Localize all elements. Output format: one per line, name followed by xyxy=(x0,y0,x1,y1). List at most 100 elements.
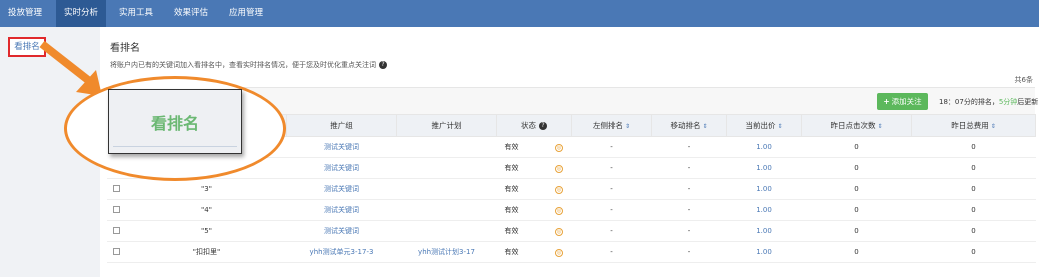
header-yesterday-clicks[interactable]: 昨日点击次数 ⇕ xyxy=(801,114,912,137)
status-detail-icon[interactable]: ◎ xyxy=(555,206,563,215)
bid-link[interactable]: 1.00 xyxy=(726,136,802,158)
mobile-rank-cell: - xyxy=(651,199,727,221)
group-link[interactable]: 测试关键词 xyxy=(286,157,397,179)
mobile-rank-cell: - xyxy=(651,157,727,179)
row-checkbox-cell xyxy=(106,220,127,242)
rank-note-highlight: 5分钟 xyxy=(998,98,1018,106)
mobile-rank-cell: - xyxy=(651,178,727,200)
status-cell: 有效 xyxy=(496,199,547,221)
zoom-callout-card: 看排名 xyxy=(108,89,242,154)
header-current-bid[interactable]: 当前出价 ⇕ xyxy=(726,114,802,137)
add-follow-button[interactable]: + 添加关注 xyxy=(877,93,928,110)
bid-link[interactable]: 1.00 xyxy=(726,220,802,242)
sort-icon: ⇕ xyxy=(990,123,996,130)
left-rank-cell: - xyxy=(571,199,652,221)
plan-link[interactable] xyxy=(396,220,497,242)
left-rank-cell: - xyxy=(571,241,652,263)
left-rank-cell: - xyxy=(571,178,652,200)
table-row: "扣扣里" yhh测试单元3-17-3 yhh测试计划3-17 有效 ◎ - -1.00 0 0 xyxy=(106,241,1036,263)
plan-link[interactable] xyxy=(396,157,497,179)
status-detail-icon[interactable]: ◎ xyxy=(555,185,563,194)
group-link[interactable]: yhh测试单元3-17-3 xyxy=(286,241,397,263)
clicks-cell: 0 xyxy=(801,178,912,200)
clicks-cell: 0 xyxy=(801,157,912,179)
group-link[interactable]: 测试关键词 xyxy=(286,220,397,242)
header-yesterday-clicks-label: 昨日点击次数 xyxy=(830,121,876,130)
help-icon[interactable]: ? xyxy=(379,61,387,69)
plan-link[interactable]: yhh测试计划3-17 xyxy=(396,241,497,263)
row-checkbox-cell xyxy=(106,241,127,263)
sort-icon: ⇕ xyxy=(702,123,708,130)
header-left-rank-label: 左侧排名 xyxy=(592,121,623,130)
plan-link[interactable] xyxy=(396,136,497,158)
group-link[interactable]: 测试关键词 xyxy=(286,136,397,158)
plan-link[interactable] xyxy=(396,178,497,200)
cost-cell: 0 xyxy=(911,157,1036,179)
row-checkbox-cell xyxy=(106,199,127,221)
nav-tab-practical-tools[interactable]: 实用工具 xyxy=(111,0,161,27)
mobile-rank-cell: - xyxy=(651,136,727,158)
bid-link[interactable]: 1.00 xyxy=(726,157,802,179)
page-description: 将账户内已有的关键词加入看排名中，查看实时排名情况，便于您及时优化重点关注词? xyxy=(110,60,387,70)
sort-icon: ⇕ xyxy=(624,123,631,130)
header-plan: 推广计划 xyxy=(396,114,497,137)
row-checkbox[interactable] xyxy=(113,184,120,192)
mobile-rank-cell: - xyxy=(651,220,727,242)
status-icon-cell: ◎ xyxy=(546,220,572,242)
header-current-bid-label: 当前出价 xyxy=(745,121,776,130)
cost-cell: 0 xyxy=(911,178,1036,200)
status-cell: 有效 xyxy=(496,178,547,200)
total-count: 共6条 xyxy=(1014,76,1033,84)
cost-cell: 0 xyxy=(911,241,1036,263)
bid-link[interactable]: 1.00 xyxy=(726,199,802,221)
header-status-label: 状态 xyxy=(521,121,536,130)
clicks-cell: 0 xyxy=(801,241,912,263)
rank-note-suffix: 后更新 xyxy=(1017,98,1039,106)
keyword-cell: "扣扣里" xyxy=(126,241,287,263)
bid-link[interactable]: 1.00 xyxy=(726,241,802,263)
plus-icon: + xyxy=(883,97,890,106)
nav-tab-delivery-management[interactable]: 投放管理 xyxy=(0,0,50,27)
clicks-cell: 0 xyxy=(801,199,912,221)
clicks-cell: 0 xyxy=(801,136,912,158)
header-left-rank[interactable]: 左侧排名 ⇕ xyxy=(571,114,652,137)
cost-cell: 0 xyxy=(911,136,1036,158)
rank-note-prefix: 18：07分的排名， xyxy=(939,98,999,106)
description-text: 将账户内已有的关键词加入看排名中，查看实时排名情况，便于您及时优化重点关注词 xyxy=(110,61,376,69)
nav-tab-realtime-analysis[interactable]: 实时分析 xyxy=(56,0,107,27)
group-link[interactable]: 测试关键词 xyxy=(286,199,397,221)
status-detail-icon[interactable]: ◎ xyxy=(555,143,563,152)
nav-tab-app-management[interactable]: 应用管理 xyxy=(221,0,271,27)
clicks-cell: 0 xyxy=(801,220,912,242)
status-detail-icon[interactable]: ◎ xyxy=(555,227,563,236)
header-yesterday-cost[interactable]: 昨日总费用 ⇕ xyxy=(911,114,1036,137)
row-checkbox-cell xyxy=(106,178,127,200)
row-checkbox[interactable] xyxy=(113,205,120,213)
status-cell: 有效 xyxy=(496,241,547,263)
keyword-cell: "5" xyxy=(126,220,287,242)
group-link[interactable]: 测试关键词 xyxy=(286,178,397,200)
left-rank-cell: - xyxy=(571,220,652,242)
zoom-callout-label: 看排名 xyxy=(150,114,199,133)
status-cell: 有效 xyxy=(496,157,547,179)
row-checkbox[interactable] xyxy=(113,247,120,255)
header-group: 推广组 xyxy=(286,114,397,137)
rank-update-note: 18：07分的排名，5分钟后更新 xyxy=(939,97,1038,107)
left-rank-cell: - xyxy=(571,136,652,158)
header-mobile-rank[interactable]: 移动排名 ⇕ xyxy=(651,114,727,137)
keyword-cell: "4" xyxy=(126,199,287,221)
status-help-icon[interactable]: ? xyxy=(539,122,547,130)
left-rank-cell: - xyxy=(571,157,652,179)
row-checkbox[interactable] xyxy=(113,226,120,234)
status-detail-icon[interactable]: ◎ xyxy=(555,164,563,173)
bid-link[interactable]: 1.00 xyxy=(726,178,802,200)
table-row: "3" 测试关键词 有效 ◎ - -1.00 0 0 xyxy=(106,178,1036,200)
status-icon-cell: ◎ xyxy=(546,157,572,179)
status-cell: 有效 xyxy=(496,220,547,242)
keyword-cell: "3" xyxy=(126,178,287,200)
nav-tab-effect-evaluation[interactable]: 效果评估 xyxy=(166,0,216,27)
sort-icon: ⇕ xyxy=(777,123,783,130)
status-detail-icon[interactable]: ◎ xyxy=(555,248,563,257)
plan-link[interactable] xyxy=(396,199,497,221)
header-mobile-rank-label: 移动排名 xyxy=(670,121,701,130)
